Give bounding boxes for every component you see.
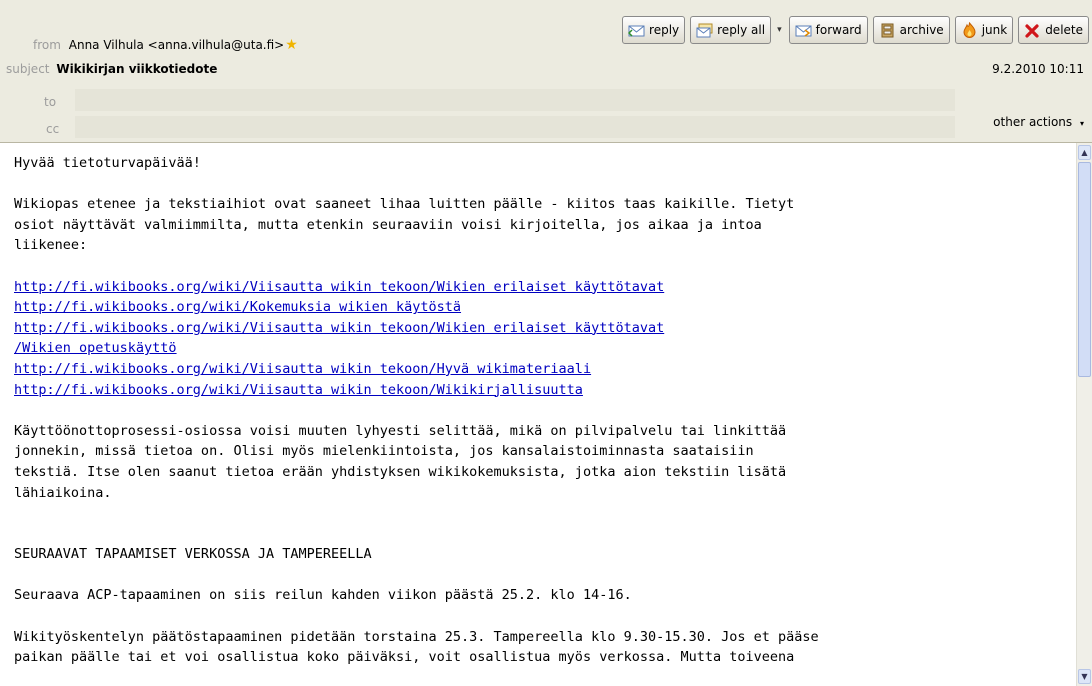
junk-icon [961, 22, 978, 39]
from-value[interactable]: Anna Vilhula <anna.vilhula@uta.fi> [69, 38, 284, 52]
reply-button[interactable]: reply [622, 16, 686, 44]
from-label: from [33, 38, 61, 52]
message-body: Hyvää tietoturvapäivää! Wikiopas etenee … [14, 153, 819, 668]
reply-all-button[interactable]: reply all [690, 16, 772, 44]
intro-line: Wikiopas etenee ja tekstiaihiot ovat saa… [14, 196, 795, 213]
wiki-link[interactable]: http://fi.wikibooks.org/wiki/Viisautta w… [14, 277, 819, 298]
intro-line: osiot näyttävät valmiimmilta, mutta eten… [14, 216, 762, 233]
chevron-down-icon: ▾ [1079, 119, 1084, 128]
subject-value: Wikikirjan viikkotiedote [56, 62, 218, 76]
reply-all-label: reply all [717, 23, 766, 37]
to-field [75, 89, 955, 111]
archive-icon [879, 22, 896, 39]
scroll-up-icon[interactable]: ▲ [1078, 145, 1091, 160]
subject-row: subject Wikikirjan viikkotiedote [6, 62, 217, 76]
reply-all-dropdown-icon[interactable]: ▾ [777, 25, 782, 35]
cc-label: cc [46, 122, 60, 136]
paragraph-line: paikan päälle tai et voi osallistua koko… [14, 649, 795, 666]
cc-field [75, 116, 955, 138]
archive-button[interactable]: archive [872, 16, 950, 44]
reply-label: reply [649, 23, 680, 37]
message-header: from Anna Vilhula <anna.vilhula@uta.fi>★… [0, 0, 1092, 143]
subject-label: subject [6, 62, 50, 76]
junk-button[interactable]: junk [954, 16, 1014, 44]
delete-label: delete [1045, 23, 1083, 37]
wiki-link[interactable]: http://fi.wikibooks.org/wiki/Viisautta w… [14, 359, 819, 380]
scrollbar-thumb[interactable] [1078, 162, 1091, 377]
message-body-pane: Hyvää tietoturvapäivää! Wikiopas etenee … [0, 143, 1077, 686]
paragraph-line: lähiaikoina. [14, 484, 112, 501]
from-row: from Anna Vilhula <anna.vilhula@uta.fi>★ [33, 37, 298, 53]
star-icon[interactable]: ★ [285, 37, 298, 53]
reply-icon [628, 22, 645, 39]
vertical-scrollbar[interactable]: ▲ ▼ [1076, 143, 1092, 686]
section-heading: SEURAAVAT TAPAAMISET VERKOSSA JA TAMPERE… [14, 546, 372, 563]
other-actions-label: other actions [993, 115, 1073, 129]
message-toolbar: reply reply all ▾ forward archive junk d… [622, 15, 1089, 45]
reply-all-icon [696, 22, 713, 39]
paragraph-line: tekstiä. Itse olen saanut tietoa erään y… [14, 463, 787, 480]
paragraph-line: Seuraava ACP-tapaaminen on siis reilun k… [14, 587, 632, 604]
delete-button[interactable]: delete [1018, 16, 1089, 44]
paragraph-line: jonnekin, missä tietoa on. Olisi myös mi… [14, 443, 754, 460]
forward-label: forward [815, 23, 862, 37]
forward-icon [795, 22, 812, 39]
forward-button[interactable]: forward [788, 16, 868, 44]
junk-label: junk [981, 23, 1008, 37]
wiki-link-continued[interactable]: /Wikien opetuskäyttö [14, 338, 819, 359]
wiki-link[interactable]: http://fi.wikibooks.org/wiki/Viisautta w… [14, 318, 819, 339]
paragraph-line: Wikityöskentelyn päätöstapaaminen pidetä… [14, 628, 819, 645]
message-date: 9.2.2010 10:11 [992, 62, 1084, 76]
other-actions-menu[interactable]: other actions ▾ [993, 115, 1084, 129]
archive-label: archive [899, 23, 944, 37]
greeting: Hyvää tietoturvapäivää! [14, 155, 201, 171]
wiki-link[interactable]: http://fi.wikibooks.org/wiki/Viisautta w… [14, 380, 819, 401]
scroll-down-icon[interactable]: ▼ [1078, 669, 1091, 684]
delete-icon [1024, 22, 1041, 39]
wiki-link[interactable]: http://fi.wikibooks.org/wiki/Kokemuksia … [14, 297, 819, 318]
paragraph-line: Käyttöönottoprosessi-osiossa voisi muute… [14, 422, 787, 439]
to-label: to [44, 95, 57, 109]
intro-line: liikenee: [14, 237, 88, 254]
